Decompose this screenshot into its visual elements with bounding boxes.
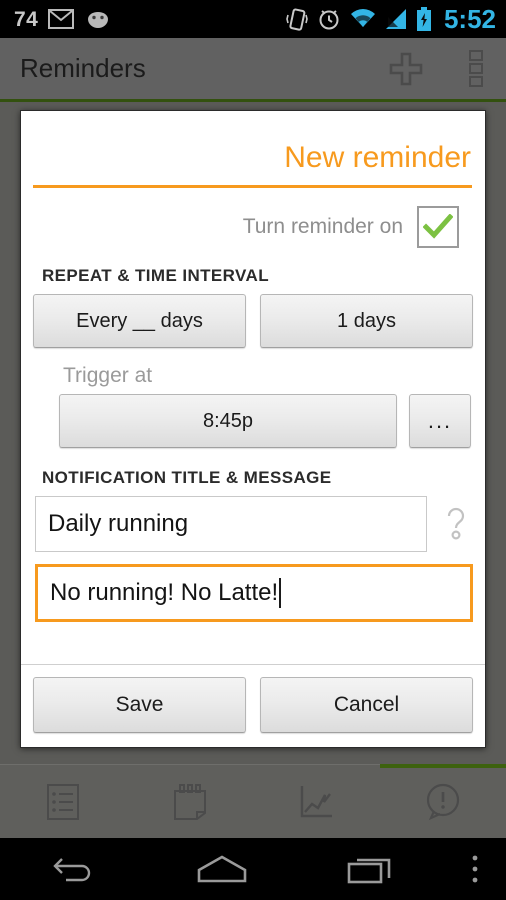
notification-message-row: No running! No Latte! [33,564,473,622]
text-cursor [279,578,282,608]
save-button[interactable]: Save [33,677,246,733]
trigger-at-label: Trigger at [63,364,153,387]
notification-message-text: No running! No Latte! [50,579,279,606]
android-screen: 74 5:52 Reminders New reminder Turn remi… [0,0,506,900]
repeat-section-header: REPEAT & TIME INTERVAL [42,266,269,285]
trigger-more-button[interactable]: ... [409,394,471,448]
plus-icon [389,52,423,85]
turn-reminder-on-checkbox[interactable] [417,206,459,248]
battery-charging-icon [416,7,431,31]
help-button[interactable] [439,507,473,541]
trigger-time-button[interactable]: 8:45p [59,394,397,448]
bottom-tab-bar [0,764,506,838]
status-bar-right: 5:52 [286,6,496,32]
turn-reminder-on-label: Turn reminder on [242,215,403,238]
nav-back-button[interactable] [0,854,148,884]
tab-list[interactable] [0,765,127,838]
dialog-button-bar: Save Cancel [21,664,485,747]
notification-title-row: Daily running [33,496,473,552]
nav-recents-button[interactable] [296,853,444,885]
notification-title-input[interactable]: Daily running [35,496,427,552]
repeat-mode-button[interactable]: Every __ days [33,294,246,348]
new-reminder-dialog: New reminder Turn reminder on REPEAT & T… [20,110,486,748]
repeat-interval-button[interactable]: 1 days [260,294,473,348]
alarm-icon [319,10,339,30]
nav-menu-button[interactable] [444,853,506,885]
wifi-icon [350,9,375,27]
battery-percent-text: 74 [14,7,39,31]
notepad-icon [173,783,206,820]
tab-reminders[interactable] [379,764,506,838]
dialog-title: New reminder [284,141,471,174]
nav-home-button[interactable] [148,853,296,885]
notification-section-header: NOTIFICATION TITLE & MESSAGE [42,468,332,487]
android-robot-icon [88,12,109,28]
trigger-row: 8:45p ... [33,394,473,448]
add-reminder-button[interactable] [388,51,424,87]
notification-message-input[interactable]: No running! No Latte! [35,564,473,622]
status-bar-clock: 5:52 [443,4,496,34]
home-icon [197,855,247,883]
tab-calendar[interactable] [127,765,254,838]
dialog-content: Turn reminder on REPEAT & TIME INTERVAL … [21,188,485,664]
signal-icon [385,9,406,29]
vibrate-icon [286,8,308,31]
recents-icon [347,858,391,884]
menu-icon [472,855,478,883]
question-mark-icon [447,507,465,540]
action-bar-actions [388,49,484,89]
tab-stats[interactable] [253,765,380,838]
alert-bubble-icon [426,783,459,820]
line-chart-icon [301,785,333,817]
status-bar: 74 5:52 [0,0,506,38]
overflow-squares-icon [469,49,483,87]
back-icon [53,858,91,882]
repeat-buttons-row: Every __ days 1 days [33,294,473,348]
status-bar-left: 74 [14,9,112,30]
list-icon [47,783,80,820]
turn-reminder-on-row: Turn reminder on [33,206,473,248]
cancel-button[interactable]: Cancel [260,677,473,733]
overflow-menu-button[interactable] [468,49,484,89]
action-bar: Reminders [0,38,506,102]
checkmark-icon [423,214,453,239]
gmail-icon [48,9,75,29]
system-navigation-bar [0,838,506,900]
page-title: Reminders [20,53,146,83]
